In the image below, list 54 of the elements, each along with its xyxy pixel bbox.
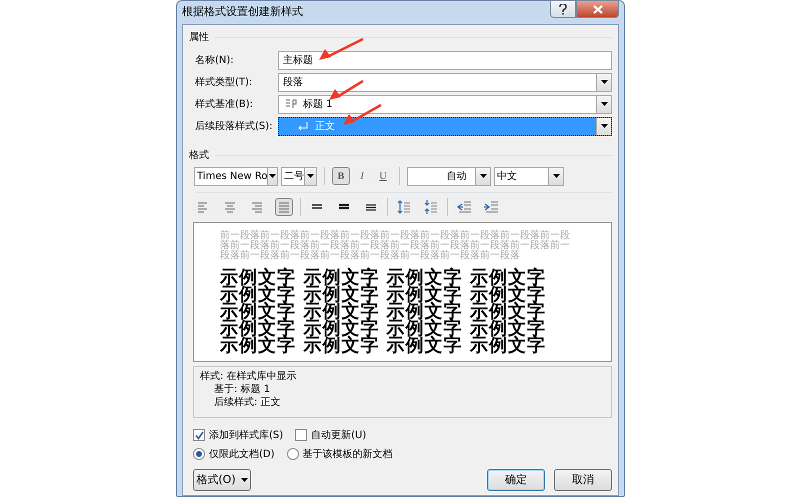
description-text: 样式: 在样式库中显示	[200, 370, 297, 383]
format-button[interactable]: 格式(O)	[193, 469, 251, 491]
dropdown-field[interactable]: 标题 1	[278, 94, 612, 114]
color-dropdown[interactable]: 自动	[407, 166, 491, 186]
dropdown-arrow-icon	[600, 102, 608, 106]
description-text: 后续样式: 正文	[213, 396, 281, 409]
sample-text: 示例文字 示例文字 示例文字 示例文字	[220, 337, 547, 354]
field-label: 名称(N):	[195, 54, 235, 68]
paragraph-spacing-icon	[423, 199, 439, 215]
dropdown-arrow-icon	[480, 174, 486, 178]
increase-indent-icon	[483, 199, 499, 215]
paragraph-style-icon	[285, 99, 299, 109]
cancel-button[interactable]: 取消	[554, 469, 612, 491]
decrease-indent-icon	[456, 199, 472, 215]
align-justify-button[interactable]	[275, 198, 293, 216]
close-button[interactable]	[576, 0, 619, 18]
radio-button[interactable]	[193, 448, 205, 460]
checkbox[interactable]	[295, 429, 308, 441]
sample-text: 示例文字 示例文字 示例文字 示例文字	[220, 320, 547, 337]
radio-button[interactable]	[286, 448, 299, 460]
checkbox-label: 自动更新(U)	[311, 428, 366, 442]
sample-text: 示例文字 示例文字 示例文字 示例文字	[220, 269, 547, 286]
ok-button[interactable]: 确定	[487, 469, 545, 491]
help-icon	[559, 4, 567, 14]
field-label: 样式类型(T):	[195, 76, 254, 90]
return-icon	[297, 122, 309, 130]
dropdown-arrow-icon	[269, 174, 276, 178]
field-label: 后续段落样式(S):	[195, 120, 274, 134]
text-field[interactable]: 主标题	[278, 50, 612, 70]
language-dropdown[interactable]: 中文	[494, 166, 564, 186]
dropdown-arrow-icon	[600, 80, 608, 84]
bold-button[interactable]: B	[332, 167, 350, 185]
dropdown-arrow-icon	[600, 124, 608, 128]
dropdown-field[interactable]: 段落	[278, 72, 612, 92]
section-title: 格式	[189, 148, 209, 162]
font-dropdown[interactable]: Times New Ro	[194, 166, 278, 186]
paragraph-spacing-icon	[396, 199, 412, 215]
size-dropdown[interactable]: 二号	[281, 166, 317, 186]
caret-icon	[240, 478, 248, 482]
sample-text: 示例文字 示例文字 示例文字 示例文字	[220, 286, 547, 303]
field-label: 样式基准(B):	[195, 98, 254, 112]
preview-text: 前一段落前一段落前一段落前一段落前一段落前一段落前一段落前一段落前一段落前一段落前一段落前一段落前一段落前一段落前一段落前一段落前一段落前一段落前一段落前一段落前一段落前一段落前一段落前一段落前一段落	[220, 231, 571, 261]
sample-text: 示例文字 示例文字 示例文字 示例文字	[220, 303, 547, 320]
radio-label: 仅限此文档(D)	[209, 448, 275, 462]
section-title: 属性	[189, 30, 209, 44]
radio-label: 基于该模板的新文档	[302, 448, 393, 462]
checkbox-label: 添加到样式库(S)	[209, 428, 284, 442]
dropdown-arrow-icon	[552, 174, 560, 178]
close-icon	[592, 4, 602, 14]
dropdown-arrow-icon	[307, 174, 314, 178]
window-title: 根据格式设置创建新样式	[182, 4, 304, 20]
checkbox[interactable]	[193, 429, 205, 441]
help-button[interactable]	[550, 0, 576, 18]
description-text: 基于: 标题 1	[213, 383, 270, 396]
